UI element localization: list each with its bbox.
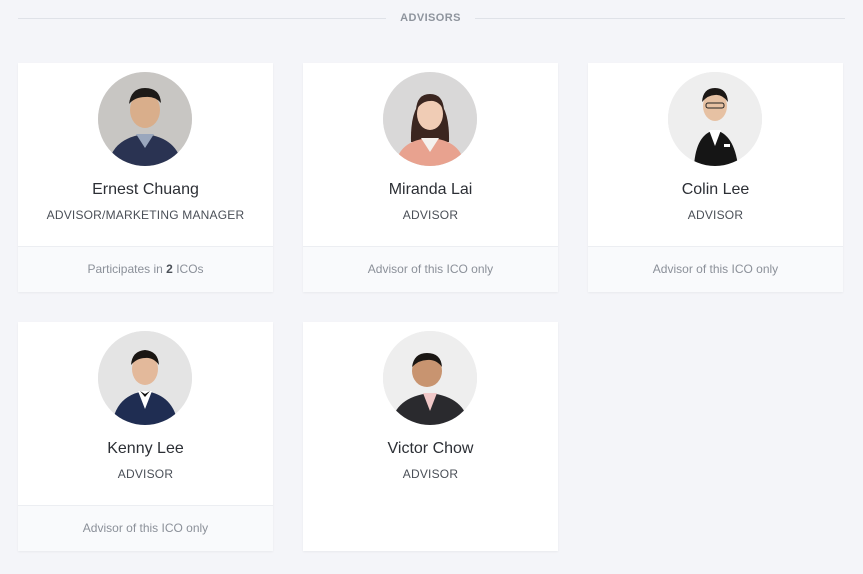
ico-count: 2 [166, 262, 173, 276]
avatar [383, 331, 477, 425]
avatar-photo-kenny [98, 331, 192, 425]
section-title: ADVISORS [400, 12, 461, 24]
advisor-card-miranda-lai[interactable]: Miranda Lai ADVISOR Advisor of this ICO … [303, 63, 558, 292]
participation-suffix: ICOs [172, 262, 204, 276]
avatar [98, 72, 192, 166]
advisor-name: Miranda Lai [388, 181, 473, 198]
participation-prefix: Participates in [87, 262, 167, 276]
avatar-photo-victor [383, 331, 477, 425]
advisor-role: ADVISOR [117, 467, 174, 481]
advisor-role: ADVISOR [402, 467, 459, 481]
advisor-role: ADVISOR [687, 208, 744, 222]
advisor-role: ADVISOR/MARKETING MANAGER [46, 208, 245, 222]
advisor-card-ernest-chuang[interactable]: Ernest Chuang ADVISOR/MARKETING MANAGER … [18, 63, 273, 292]
advisor-footer: Advisor of this ICO only [18, 505, 273, 551]
advisor-role: ADVISOR [402, 208, 459, 222]
divider-left [18, 18, 386, 19]
divider-right [475, 18, 845, 19]
avatar [668, 72, 762, 166]
avatar-photo-ernest [98, 72, 192, 166]
advisor-footer: Advisor of this ICO only [588, 246, 843, 292]
avatar [98, 331, 192, 425]
avatar-photo-colin [668, 72, 762, 166]
advisor-card-colin-lee[interactable]: Colin Lee ADVISOR Advisor of this ICO on… [588, 63, 843, 292]
advisor-name: Kenny Lee [107, 440, 184, 457]
advisor-footer: Participates in 2 ICOs [18, 246, 273, 292]
avatar-photo-miranda [383, 72, 477, 166]
advisor-name: Victor Chow [387, 440, 474, 457]
avatar [383, 72, 477, 166]
advisor-card-victor-chow[interactable]: Victor Chow ADVISOR [303, 322, 558, 551]
advisor-name: Ernest Chuang [92, 181, 199, 198]
advisor-footer: Advisor of this ICO only [303, 246, 558, 292]
advisor-card-kenny-lee[interactable]: Kenny Lee ADVISOR Advisor of this ICO on… [18, 322, 273, 551]
advisors-section-header: ADVISORS [0, 0, 863, 38]
advisor-name: Colin Lee [681, 181, 750, 198]
